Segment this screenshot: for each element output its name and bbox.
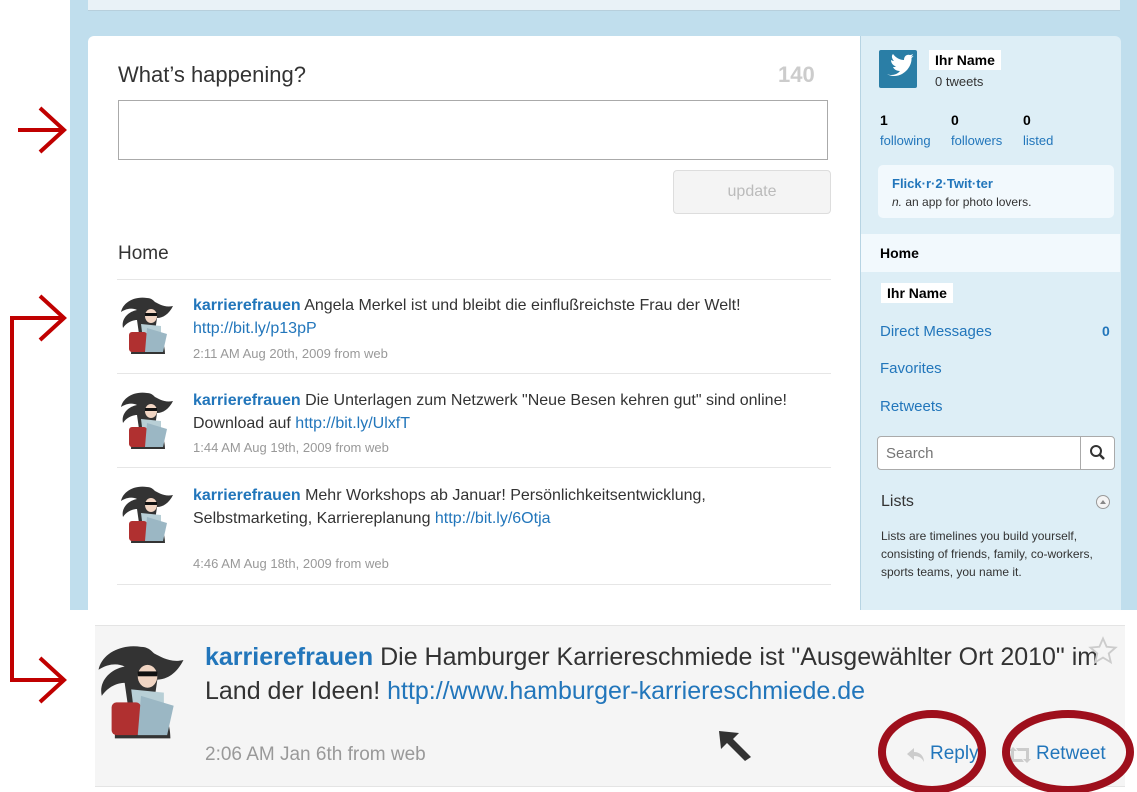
arrow-icon: [18, 106, 67, 154]
timeline-heading: Home: [118, 243, 169, 264]
following-label[interactable]: following: [880, 133, 931, 148]
tweet-body: Angela Merkel ist und bleibt die einfluß…: [300, 297, 741, 314]
search-button[interactable]: [1080, 436, 1115, 470]
top-strip: [88, 0, 1120, 11]
annotation-ellipses: [878, 710, 1134, 792]
nav-home[interactable]: Home: [880, 245, 919, 261]
cursor-icon: [719, 731, 751, 761]
tweet-link[interactable]: http://bit.ly/6Otja: [435, 510, 551, 527]
tweet-meta: 2:06 AM Jan 6th from web: [205, 744, 426, 765]
tweet-username[interactable]: karrierefrauen: [205, 643, 373, 671]
tweet-link[interactable]: http://bit.ly/UlxfT: [295, 415, 410, 432]
avatar[interactable]: [92, 640, 190, 742]
status-input[interactable]: [118, 100, 828, 160]
char-counter: 140: [778, 62, 815, 87]
tweet-username[interactable]: karrierefrauen: [193, 392, 301, 409]
featured-tweet-text: karrierefrauen Die Hamburger Karrieresch…: [205, 640, 1105, 708]
search-input[interactable]: [877, 436, 1081, 470]
update-button[interactable]: update: [673, 170, 831, 214]
tweet-meta: 2:11 AM Aug 20th, 2009 from web: [193, 346, 388, 361]
following-count[interactable]: 1: [880, 112, 888, 128]
nav-retweets[interactable]: Retweets: [880, 398, 943, 415]
tweet-text: karrierefrauen Angela Merkel ist und ble…: [193, 294, 813, 340]
tweet-text: karrierefrauen Die Unterlagen zum Netzwe…: [193, 389, 813, 435]
dm-count[interactable]: 0: [1102, 323, 1110, 339]
ad-desc: n. an app for photo lovers.: [892, 195, 1032, 209]
annotation-arrows: [10, 106, 67, 704]
nav-profile-name[interactable]: Ihr Name: [881, 283, 953, 303]
tweet-link[interactable]: http://www.hamburger-karriereschmiede.de: [387, 677, 865, 705]
tweet-username[interactable]: karrierefrauen: [193, 487, 301, 504]
avatar[interactable]: [117, 389, 177, 451]
twitter-bird-icon[interactable]: [879, 50, 917, 88]
divider: [117, 279, 831, 280]
tweet-meta: 4:46 AM Aug 18th, 2009 from web: [193, 556, 389, 571]
ad-title[interactable]: Flick·r·2·Twit·ter: [892, 176, 993, 191]
arrow-icon: [10, 294, 67, 704]
ad-box[interactable]: [878, 165, 1114, 218]
nav-direct-messages[interactable]: Direct Messages: [880, 323, 992, 340]
listed-label[interactable]: listed: [1023, 133, 1053, 148]
lists-description: Lists are timelines you build yourself, …: [881, 529, 1093, 579]
divider: [117, 584, 831, 585]
followers-label[interactable]: followers: [951, 133, 1002, 148]
avatar[interactable]: [117, 483, 177, 545]
listed-count[interactable]: 0: [1023, 112, 1031, 128]
star-icon[interactable]: [1088, 636, 1118, 666]
avatar[interactable]: [117, 294, 177, 356]
tweet-count[interactable]: 0 tweets: [935, 74, 983, 89]
divider: [117, 373, 831, 374]
lists-title: Lists: [881, 493, 914, 510]
followers-count[interactable]: 0: [951, 112, 959, 128]
collapse-icon[interactable]: [1095, 494, 1111, 510]
search-icon: [1090, 445, 1105, 460]
nav-favorites[interactable]: Favorites: [880, 360, 942, 377]
composer-prompt: What’s happening?: [118, 62, 306, 87]
tweet-meta: 1:44 AM Aug 19th, 2009 from web: [193, 440, 389, 455]
tweet-link[interactable]: http://bit.ly/p13pP: [193, 320, 317, 337]
tweet-text: karrierefrauen Mehr Workshops ab Januar!…: [193, 484, 813, 530]
divider: [117, 467, 831, 468]
profile-name[interactable]: Ihr Name: [929, 50, 1001, 70]
tweet-username[interactable]: karrierefrauen: [193, 297, 301, 314]
